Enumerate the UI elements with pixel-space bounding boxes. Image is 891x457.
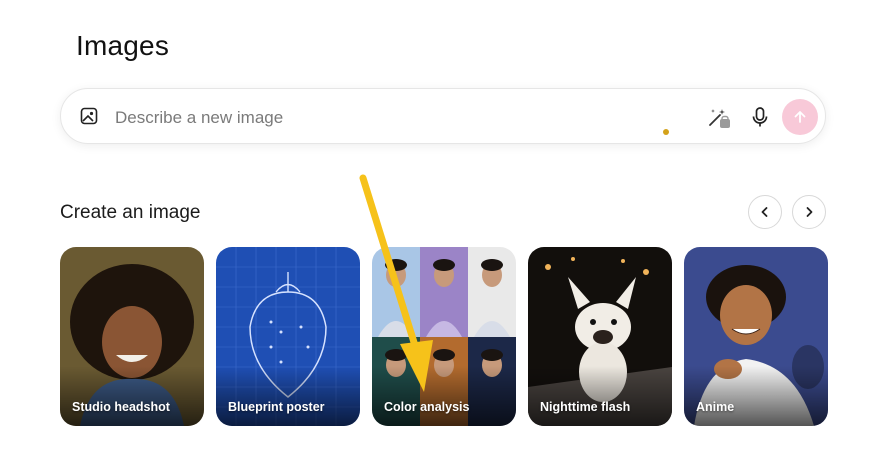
- chevron-right-icon: [806, 207, 813, 217]
- card-shade: [216, 366, 360, 426]
- card-blueprint-poster[interactable]: Blueprint poster: [216, 247, 360, 426]
- card-label: Color analysis: [384, 400, 470, 414]
- card-label: Blueprint poster: [228, 400, 325, 414]
- card-shade: [684, 366, 828, 426]
- magic-wand-icon[interactable]: [705, 103, 733, 131]
- card-shade: [60, 366, 204, 426]
- section-title: Create an image: [60, 202, 201, 223]
- microphone-icon[interactable]: [746, 103, 774, 131]
- status-dot: [663, 129, 669, 135]
- image-icon[interactable]: [80, 107, 98, 125]
- card-label: Studio headshot: [72, 400, 170, 414]
- prompt-bar[interactable]: [60, 88, 826, 144]
- prompt-input[interactable]: [113, 103, 637, 133]
- card-label: Anime: [696, 400, 735, 414]
- card-color-analysis[interactable]: Color analysis: [372, 247, 516, 426]
- card-nighttime-flash[interactable]: Nighttime flash: [528, 247, 672, 426]
- page-title: Images: [76, 30, 170, 61]
- card-shade: [372, 366, 516, 426]
- card-shade: [528, 366, 672, 426]
- card-studio-headshot[interactable]: Studio headshot: [60, 247, 204, 426]
- arrow-up-icon: [794, 111, 806, 123]
- carousel-prev-button[interactable]: [748, 195, 782, 229]
- card-label: Nighttime flash: [540, 400, 631, 414]
- carousel-next-button[interactable]: [792, 195, 826, 229]
- card-anime[interactable]: Anime: [684, 247, 828, 426]
- send-button[interactable]: [782, 99, 818, 135]
- chevron-left-icon: [761, 207, 768, 217]
